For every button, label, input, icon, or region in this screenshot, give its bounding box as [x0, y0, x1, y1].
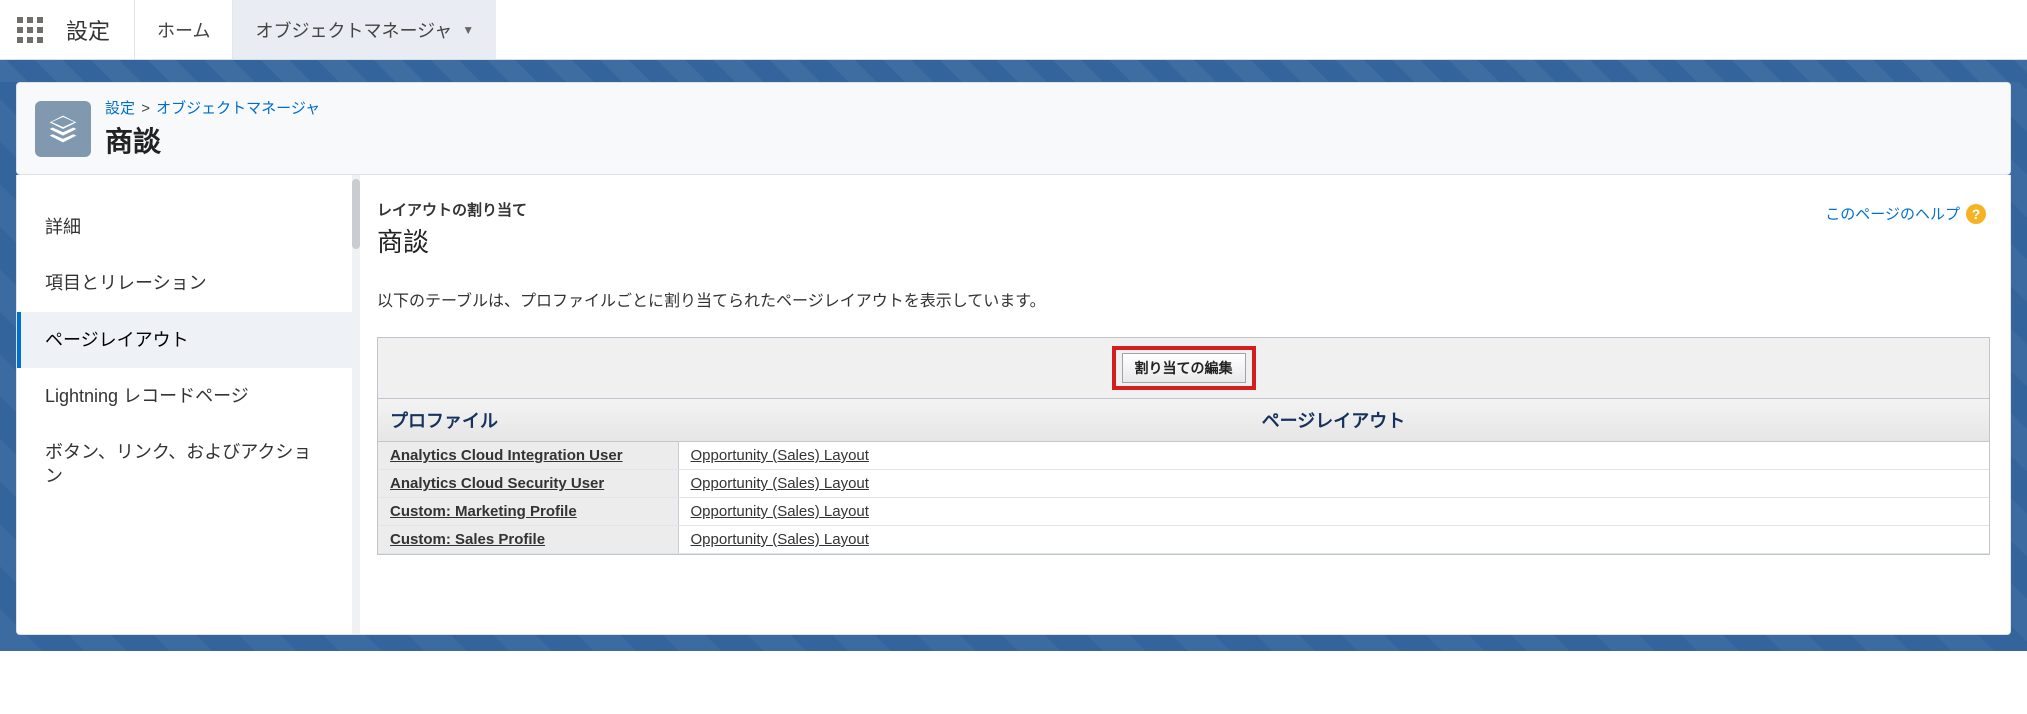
layout-link[interactable]: Opportunity (Sales) Layout — [691, 531, 869, 548]
layers-icon — [35, 101, 91, 157]
sidebar: 詳細 項目とリレーション ページレイアウト Lightning レコードページ … — [17, 175, 353, 634]
sidebar-item-buttons-links[interactable]: ボタン、リンク、およびアクション — [17, 424, 352, 505]
sidebar-item-lightning-pages[interactable]: Lightning レコードページ — [17, 368, 352, 424]
object-title: 商談 — [105, 120, 320, 160]
decorative-band — [0, 60, 2027, 82]
global-nav: 設定 ホーム オブジェクトマネージャ ▼ — [0, 0, 2027, 60]
sidebar-item-label: 項目とリレーション — [45, 273, 207, 293]
table-row: Custom: Marketing Profile Opportunity (S… — [378, 498, 1989, 526]
edit-assignment-highlight: 割り当ての編集 — [1112, 346, 1256, 390]
nav-tab-home[interactable]: ホーム — [134, 0, 232, 59]
sidebar-item-page-layouts[interactable]: ページレイアウト — [17, 312, 352, 368]
breadcrumb-parent[interactable]: オブジェクトマネージャ — [156, 100, 320, 117]
edit-assignment-button[interactable]: 割り当ての編集 — [1122, 353, 1246, 383]
section-subhead: レイアウトの割り当て — [377, 199, 1990, 220]
assignment-table: プロファイル ページレイアウト Analytics Cloud Integrat… — [378, 399, 1989, 554]
help-link[interactable]: このページのヘルプ ? — [1825, 203, 1986, 224]
sidebar-item-label: 詳細 — [45, 217, 81, 237]
section-title: 商談 — [377, 222, 1990, 259]
col-header-layout: ページレイアウト — [678, 399, 1989, 442]
nav-tab-home-label: ホーム — [157, 17, 210, 43]
col-header-profile: プロファイル — [378, 399, 678, 442]
chevron-down-icon[interactable]: ▼ — [462, 23, 474, 37]
nav-tabs: ホーム オブジェクトマネージャ ▼ — [134, 0, 496, 59]
nav-app-title: 設定 — [60, 0, 134, 59]
layout-link[interactable]: Opportunity (Sales) Layout — [691, 503, 869, 520]
profile-link[interactable]: Custom: Sales Profile — [390, 531, 545, 548]
app-launcher-icon[interactable] — [0, 0, 60, 59]
section-description: 以下のテーブルは、プロファイルごとに割り当てられたページレイアウトを表示していま… — [377, 287, 1990, 311]
content-area: 詳細 項目とリレーション ページレイアウト Lightning レコードページ … — [16, 175, 2011, 635]
page-header: 設定 > オブジェクトマネージャ 商談 — [16, 82, 2011, 175]
help-link-label: このページのヘルプ — [1825, 203, 1960, 224]
nav-tab-obj-label: オブジェクトマネージャ — [255, 17, 452, 43]
sidebar-item-label: Lightning レコードページ — [45, 386, 249, 406]
main-content: レイアウトの割り当て 商談 このページのヘルプ ? 以下のテーブルは、プロファイ… — [353, 175, 2010, 634]
table-row: Analytics Cloud Security User Opportunit… — [378, 470, 1989, 498]
help-icon: ? — [1966, 204, 1986, 224]
profile-link[interactable]: Analytics Cloud Integration User — [390, 447, 623, 464]
sidebar-item-label: ボタン、リンク、およびアクション — [45, 442, 311, 486]
profile-link[interactable]: Analytics Cloud Security User — [390, 475, 604, 492]
table-row: Custom: Sales Profile Opportunity (Sales… — [378, 526, 1989, 554]
assignment-table-container: 割り当ての編集 プロファイル ページレイアウト Analytics Cloud … — [377, 337, 1990, 555]
breadcrumb-root[interactable]: 設定 — [105, 100, 135, 117]
table-toolbar: 割り当ての編集 — [378, 338, 1989, 399]
sidebar-item-details[interactable]: 詳細 — [17, 199, 352, 255]
profile-link[interactable]: Custom: Marketing Profile — [390, 503, 577, 520]
sidebar-item-label: ページレイアウト — [45, 330, 189, 350]
layout-link[interactable]: Opportunity (Sales) Layout — [691, 447, 869, 464]
breadcrumb: 設定 > オブジェクトマネージャ — [105, 97, 320, 118]
layout-link[interactable]: Opportunity (Sales) Layout — [691, 475, 869, 492]
sidebar-item-fields[interactable]: 項目とリレーション — [17, 255, 352, 311]
nav-tab-object-manager[interactable]: オブジェクトマネージャ ▼ — [232, 0, 496, 59]
page-wrapper: 設定 > オブジェクトマネージャ 商談 詳細 項目とリレーション ページレイアウ… — [0, 82, 2027, 651]
table-row: Analytics Cloud Integration User Opportu… — [378, 442, 1989, 470]
breadcrumb-sep: > — [139, 100, 152, 117]
